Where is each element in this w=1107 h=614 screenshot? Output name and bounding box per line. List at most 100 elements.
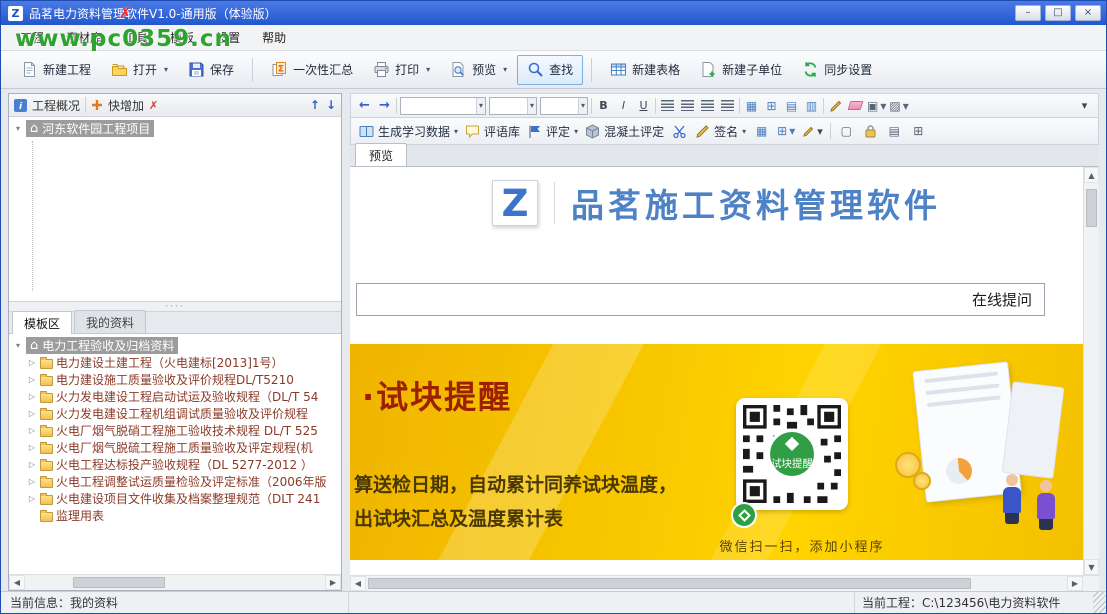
template-tree-item[interactable]: ▷火电建设项目文件收集及档案整理规范（DLT 241 <box>11 490 341 507</box>
expand-icon[interactable]: ▷ <box>27 477 37 486</box>
print-preview-button[interactable]: 预览▾ <box>440 55 517 85</box>
merge-cells-button[interactable]: ▦ <box>743 97 760 115</box>
concrete-evaluate-button[interactable]: 混凝土评定 <box>585 123 664 140</box>
draw-table-button[interactable] <box>827 97 844 115</box>
align-justify-button[interactable] <box>719 97 736 115</box>
template-tree-item[interactable]: ▷火电厂烟气脱硝工程施工验收技术规程 DL/T 525 <box>11 422 341 439</box>
maximize-button[interactable]: □ <box>1045 5 1071 21</box>
pages-button[interactable]: ▤ <box>886 122 903 140</box>
tab-my-documents[interactable]: 我的资料 <box>74 310 146 333</box>
menu-item-material-library[interactable]: 素材库 <box>55 25 113 50</box>
template-tree-item[interactable]: ▷火电工程调整试运质量检验及评定标准（2006年版 <box>11 473 341 490</box>
expand-icon[interactable]: ▷ <box>27 392 37 401</box>
scroll-thumb[interactable] <box>73 577 165 588</box>
shading-button[interactable]: ▨▾ <box>889 97 908 115</box>
template-tree-item[interactable]: ▷火力发电建设工程启动试运及验收规程（DL/T 54 <box>11 388 341 405</box>
one-time-summary-button[interactable]: Σ 一次性汇总 <box>261 55 363 85</box>
scroll-left-button[interactable]: ◀ <box>9 575 25 590</box>
expand-icon[interactable]: ▷ <box>27 375 37 384</box>
signature-button[interactable]: 签名▾ <box>695 123 746 140</box>
comment-library-button[interactable]: 评语库 <box>465 123 520 140</box>
insert-table-button[interactable]: ▦ <box>753 122 770 140</box>
tab-template-area[interactable]: 模板区 <box>12 311 72 334</box>
template-tree-item[interactable]: ▷电力建设土建工程（火电建标[2013]1号） <box>11 354 341 371</box>
layout-button[interactable]: ⊞ <box>910 122 927 140</box>
expand-icon[interactable]: ▷ <box>27 409 37 418</box>
expand-icon[interactable]: ▷ <box>27 358 37 367</box>
expand-icon[interactable]: ▾ <box>13 341 23 350</box>
align-center-button[interactable] <box>679 97 696 115</box>
quick-add-button[interactable]: 快增加 <box>108 97 144 114</box>
template-tree-root[interactable]: ▾ ⌂ 电力工程验收及归档资料 <box>11 337 341 354</box>
online-ask-input[interactable]: 在线提问 <box>356 283 1045 316</box>
expand-icon[interactable]: ▷ <box>27 426 37 435</box>
scroll-thumb[interactable] <box>1086 189 1097 227</box>
preview-vscrollbar[interactable]: ▲ ▼ <box>1083 167 1099 575</box>
evaluate-button[interactable]: 评定▾ <box>527 123 578 140</box>
move-up-button[interactable]: ↑ <box>310 98 320 112</box>
template-tree-item[interactable]: ▷火电厂烟气脱硫工程施工质量验收及评定规程(机 <box>11 439 341 456</box>
underline-button[interactable]: U <box>635 97 652 115</box>
scroll-right-button[interactable]: ▶ <box>1067 576 1083 591</box>
nav-back-button[interactable]: ← <box>356 97 373 115</box>
template-tree-item[interactable]: 监理用表 <box>11 507 341 524</box>
expand-icon[interactable]: ▷ <box>27 494 37 503</box>
nav-forward-button[interactable]: → <box>376 97 393 115</box>
menu-item-settings[interactable]: 设置 <box>205 25 251 50</box>
close-button[interactable]: × <box>1075 5 1101 21</box>
scroll-track[interactable] <box>1084 183 1099 559</box>
scroll-track[interactable] <box>366 576 1067 591</box>
find-button[interactable]: 查找 <box>517 55 583 85</box>
borders-button[interactable]: ▣▾ <box>867 97 886 115</box>
align-right-button[interactable] <box>699 97 716 115</box>
menu-item-tools[interactable]: 工具 <box>113 25 159 50</box>
template-tree-item[interactable]: ▷火电工程达标投产验收规程（DL 5277-2012 ） <box>11 456 341 473</box>
lock-button[interactable] <box>862 122 879 140</box>
print-button[interactable]: 打印▾ <box>363 55 440 85</box>
annotate-button[interactable]: ▾ <box>802 122 823 140</box>
scroll-up-button[interactable]: ▲ <box>1084 167 1099 183</box>
scroll-left-button[interactable]: ◀ <box>350 576 366 591</box>
project-tree-root[interactable]: ▾ ⌂ 河东软件园工程项目 <box>11 120 339 137</box>
save-button[interactable]: 保存 <box>178 55 244 85</box>
template-tree-hscrollbar[interactable]: ◀ ▶ <box>9 574 341 590</box>
move-down-button[interactable]: ↓ <box>326 98 336 112</box>
template-tree-item[interactable]: ▷火力发电建设工程机组调试质量验收及评价规程 <box>11 405 341 422</box>
font-combo[interactable]: ▾ <box>489 97 537 115</box>
expand-icon[interactable]: ▷ <box>27 460 37 469</box>
scroll-thumb[interactable] <box>368 578 971 589</box>
promo-banner[interactable]: ·试块提醒 算送检日期，自动累计同养试块温度， 出试块汇总及温度累计表 <box>350 344 1083 560</box>
menu-item-project[interactable]: 工程 <box>9 25 55 50</box>
toolbar-overflow-button[interactable]: ▾ <box>1076 97 1093 115</box>
new-sub-unit-button[interactable]: 新建子单位 <box>690 55 792 85</box>
scroll-right-button[interactable]: ▶ <box>325 575 341 590</box>
new-project-button[interactable]: 新建工程 <box>11 55 101 85</box>
sync-settings-button[interactable]: 同步设置 <box>792 55 882 85</box>
scroll-down-button[interactable]: ▼ <box>1084 559 1099 575</box>
insert-row-button[interactable]: ▤ <box>783 97 800 115</box>
open-button[interactable]: 打开▾ <box>101 55 178 85</box>
expand-icon[interactable]: ▷ <box>27 443 37 452</box>
split-cells-button[interactable]: ⊞ <box>763 97 780 115</box>
resize-grip[interactable] <box>1093 592 1106 613</box>
scroll-track[interactable] <box>25 575 325 590</box>
font-size-combo[interactable]: ▾ <box>540 97 588 115</box>
delete-node-button[interactable]: ✗ <box>149 99 158 112</box>
italic-button[interactable]: I <box>615 97 632 115</box>
cut-button[interactable] <box>671 122 688 140</box>
page-button[interactable]: ▢ <box>838 122 855 140</box>
preview-hscrollbar[interactable]: ◀ ▶ <box>350 575 1083 591</box>
insert-column-button[interactable]: ▥ <box>803 97 820 115</box>
align-left-button[interactable] <box>659 97 676 115</box>
erase-table-button[interactable] <box>847 97 864 115</box>
generate-learning-data-button[interactable]: 生成学习数据▾ <box>359 123 458 140</box>
online-ask-button[interactable]: 在线提问 <box>972 289 1032 310</box>
grid-options-button[interactable]: ⊞▾ <box>777 122 795 140</box>
expand-icon[interactable]: ▾ <box>13 124 23 133</box>
minimize-button[interactable]: – <box>1015 5 1041 21</box>
menu-item-help[interactable]: 帮助 <box>251 25 297 50</box>
bold-button[interactable]: B <box>595 97 612 115</box>
template-tree-item[interactable]: ▷电力建设施工质量验收及评价规程DL/T5210 <box>11 371 341 388</box>
new-table-button[interactable]: 新建表格 <box>600 55 690 85</box>
preview-tab[interactable]: 预览 <box>355 143 407 166</box>
